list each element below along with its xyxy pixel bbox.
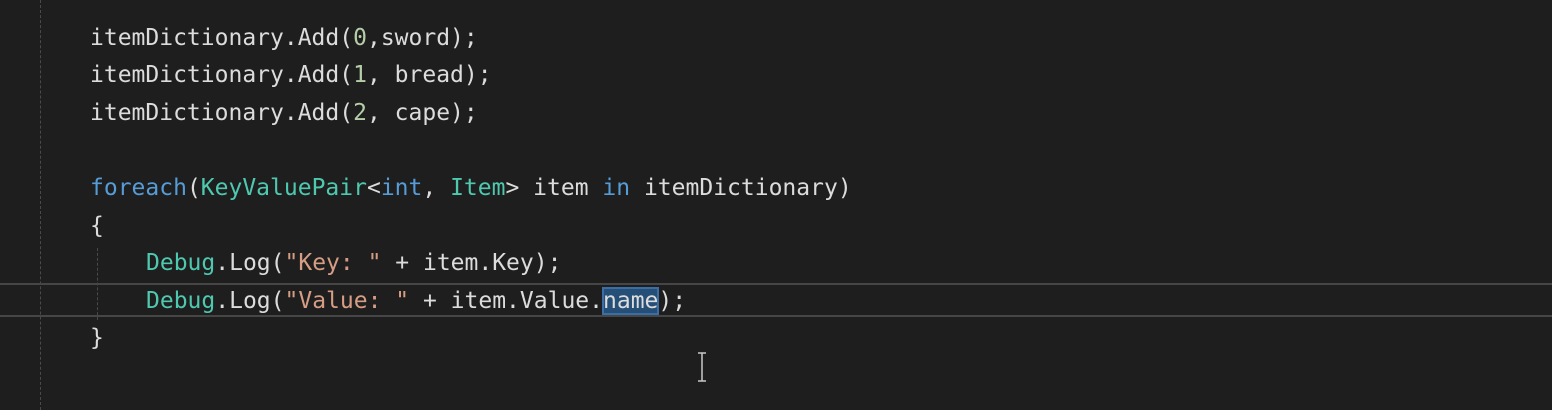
code-token-keyword: int <box>380 175 423 201</box>
code-token-default: itemDictionary.Add( <box>90 62 354 88</box>
code-token-type: KeyValuePair <box>200 175 367 201</box>
code-token-default: .Log( <box>215 288 285 314</box>
code-token-string: "Value: " <box>284 288 410 314</box>
code-token-default: < <box>366 175 381 201</box>
code-line-5[interactable]: foreach(KeyValuePair<int, Item> item in … <box>90 171 852 205</box>
code-token-string: "Key: " <box>284 250 382 276</box>
code-token-default: > item <box>505 175 603 201</box>
code-token-class: Debug <box>146 250 216 276</box>
code-token-default: itemDictionary.Add( <box>90 25 354 51</box>
code-token-default: + item.Key); <box>381 250 562 276</box>
code-token-default: , cape); <box>366 100 478 126</box>
code-token-keyword: foreach <box>90 175 187 201</box>
code-line-6[interactable]: { <box>90 209 104 243</box>
code-token-default: + item.Value. <box>409 288 603 314</box>
code-token-default: ( <box>186 175 201 201</box>
text-cursor-icon <box>698 352 706 382</box>
code-editor[interactable]: itemDictionary.Add(0,sword); itemDiction… <box>0 0 1552 410</box>
code-line-3[interactable]: itemDictionary.Add(2, cape); <box>90 96 478 130</box>
code-line-9[interactable]: } <box>90 321 104 355</box>
code-token-default: , bread); <box>366 62 492 88</box>
code-token-number: 1 <box>353 62 367 88</box>
code-token-default: } <box>90 325 104 351</box>
code-token-default: itemDictionary) <box>630 175 852 201</box>
code-token-default: itemDictionary.Add( <box>90 100 354 126</box>
code-token-default: , <box>422 175 451 201</box>
code-token-number: 0 <box>353 25 367 51</box>
code-line-2[interactable]: itemDictionary.Add(1, bread); <box>90 58 492 92</box>
code-token-default: ); <box>658 288 687 314</box>
code-line-7[interactable]: Debug.Log("Key: " + item.Key); <box>146 246 561 280</box>
indent-guide-outer <box>40 0 41 410</box>
code-token-default: .Log( <box>215 250 285 276</box>
selected-token: name <box>601 287 660 315</box>
code-token-default: ,sword); <box>366 25 478 51</box>
code-token-number: 2 <box>353 100 367 126</box>
code-line-1[interactable]: itemDictionary.Add(0,sword); <box>90 21 478 55</box>
code-token-type: Item <box>450 175 506 201</box>
code-token-default: { <box>90 213 104 239</box>
code-token-keyword: in <box>602 175 631 201</box>
code-line-8[interactable]: Debug.Log("Value: " + item.Value.name); <box>146 284 686 318</box>
code-token-class: Debug <box>146 288 216 314</box>
